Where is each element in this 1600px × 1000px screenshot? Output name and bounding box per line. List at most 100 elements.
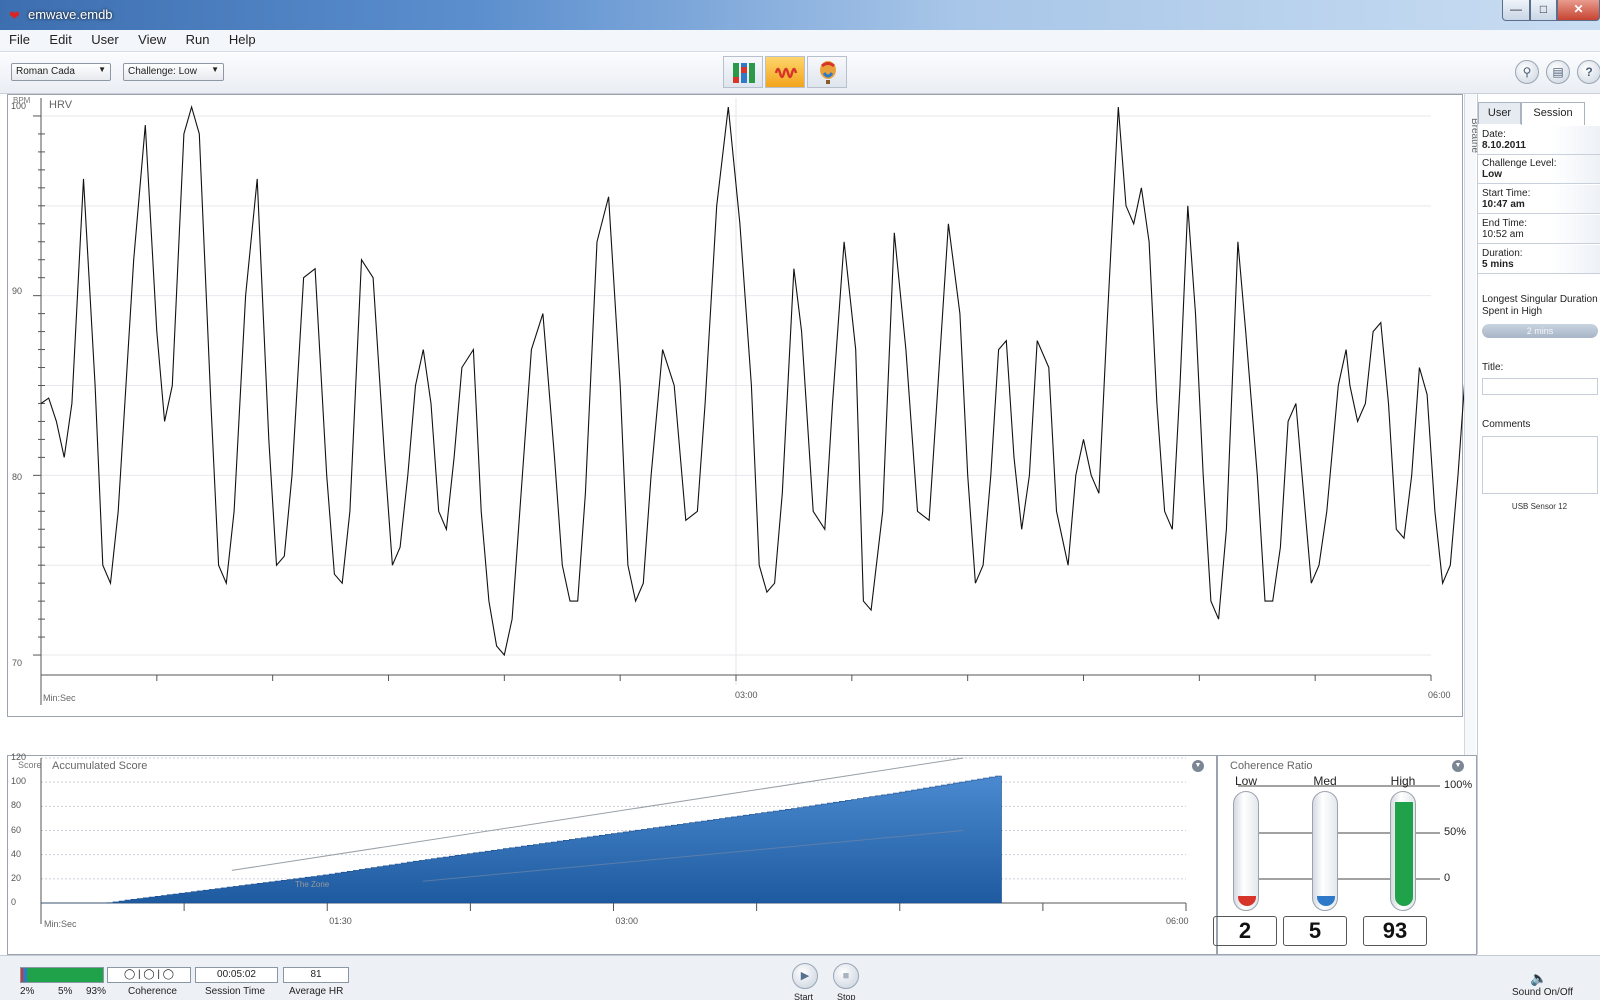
toolbar: Roman Cada ▼ Challenge: Low ▼ ⚲ ▤ ? bbox=[0, 52, 1600, 94]
coherence-ratio-title: Coherence Ratio bbox=[1230, 760, 1313, 772]
balloon-icon bbox=[820, 61, 836, 84]
book-icon: ▤ bbox=[1552, 65, 1564, 79]
challenge-value: Low bbox=[1482, 169, 1502, 180]
coherence-low-fill bbox=[1238, 896, 1256, 906]
coherence-meter bbox=[20, 967, 104, 983]
hrv-ytick-label: 90 bbox=[12, 286, 23, 296]
end-time-value: 10:52 am bbox=[1482, 229, 1524, 240]
score-ytick-label: 60 bbox=[11, 824, 22, 835]
user-select-value: Roman Cada bbox=[16, 66, 75, 77]
title-bar: ❤ emwave.emdb — □ ✕ bbox=[0, 0, 1600, 30]
average-hr-label: Average HR bbox=[289, 986, 344, 997]
hrv-chart bbox=[33, 98, 1464, 705]
status-pct-low: 2% bbox=[20, 986, 35, 997]
coherence-light-icon: ◯ bbox=[162, 969, 174, 980]
menu-edit[interactable]: Edit bbox=[43, 30, 77, 50]
coherence-high-fill bbox=[1395, 801, 1413, 906]
tab-user[interactable]: User bbox=[1478, 102, 1521, 124]
hrv-ytick-label: 70 bbox=[12, 658, 23, 668]
zone-label: The Zone bbox=[295, 880, 330, 889]
search-button[interactable]: ⚲ bbox=[1515, 60, 1539, 84]
app-window: ❤ emwave.emdb — □ ✕ File Edit User View … bbox=[0, 0, 1600, 1000]
hrv-mode-button[interactable] bbox=[765, 56, 805, 88]
coherence-low-tube bbox=[1233, 791, 1259, 911]
score-panel-collapse-button[interactable]: ▼ bbox=[1192, 760, 1204, 772]
accumulated-score-panel: Score Accumulated Score Min:Sec ▼ The Zo… bbox=[7, 752, 1217, 955]
score-ytick-label: 80 bbox=[11, 800, 22, 811]
challenge-select-value: Challenge: Low bbox=[128, 66, 197, 77]
heart-icon: ❤ bbox=[9, 8, 20, 23]
speaker-icon[interactable]: 🔈 bbox=[1530, 970, 1547, 987]
score-ytick-label: 20 bbox=[11, 872, 22, 883]
score-ytick-label: 0 bbox=[11, 897, 17, 907]
challenge-label: Challenge Level: bbox=[1482, 158, 1557, 169]
search-icon: ⚲ bbox=[1522, 65, 1532, 79]
minimize-button[interactable]: — bbox=[1502, 0, 1530, 21]
menu-bar: File Edit User View Run Help bbox=[0, 30, 1600, 52]
session-time-value: 00:05:02 bbox=[195, 967, 278, 983]
score-xtick-label: 06:00 bbox=[1166, 916, 1189, 926]
longest-high-label: Longest Singular Duration Spent in High bbox=[1482, 294, 1598, 317]
window-title: emwave.emdb bbox=[28, 7, 113, 22]
status-pct-med: 5% bbox=[58, 986, 73, 997]
hrv-series-line bbox=[40, 105, 1464, 657]
status-bar: 2% 5% 93% ◯ | ◯ | ◯ Coherence 00:05:02 S… bbox=[0, 955, 1600, 1000]
date-field: Date: 8.10.2011 bbox=[1478, 126, 1600, 155]
coherence-pct-label: 0 bbox=[1444, 872, 1451, 884]
tab-session[interactable]: Session bbox=[1521, 102, 1585, 125]
coherence-low-value: 2 bbox=[1213, 916, 1277, 946]
user-select[interactable]: Roman Cada ▼ bbox=[11, 63, 111, 81]
help-button[interactable]: ? bbox=[1577, 60, 1600, 84]
date-value: 8.10.2011 bbox=[1482, 140, 1526, 151]
hrv-chart-title: HRV bbox=[49, 99, 73, 111]
coherence-bars-mode-button[interactable] bbox=[723, 56, 763, 88]
menu-user[interactable]: User bbox=[85, 30, 124, 50]
title-input[interactable] bbox=[1482, 378, 1598, 395]
coherence-high-tube bbox=[1390, 791, 1416, 911]
score-xtick-label: 03:00 bbox=[615, 916, 639, 926]
end-time-field: End Time: 10:52 am bbox=[1478, 215, 1600, 244]
session-sidebar: User Session Date: 8.10.2011 Challenge L… bbox=[1477, 94, 1600, 954]
menu-run[interactable]: Run bbox=[180, 30, 216, 50]
start-time-label: Start Time: bbox=[1482, 188, 1531, 199]
sensor-status: USB Sensor 12 bbox=[1511, 502, 1568, 511]
start-button[interactable]: ▶ bbox=[792, 963, 818, 989]
hrv-chart-panel: BPM HRV Min:Sec 100 90 80 70 03:00 06:00 bbox=[7, 94, 1464, 717]
coherence-low-label: Low bbox=[1234, 774, 1257, 788]
score-ytick-label: 120 bbox=[11, 752, 27, 762]
coherence-panel-collapse-button[interactable]: ▼ bbox=[1452, 760, 1464, 772]
menu-file[interactable]: File bbox=[3, 30, 36, 50]
coherence-status-label: Coherence bbox=[128, 986, 177, 997]
menu-help[interactable]: Help bbox=[223, 30, 262, 50]
stop-icon: ■ bbox=[842, 970, 850, 982]
breathe-pacer[interactable] bbox=[1464, 94, 1476, 756]
score-ytick-label: 100 bbox=[11, 776, 27, 787]
coherence-med-label: Med bbox=[1313, 774, 1337, 788]
maximize-button[interactable]: □ bbox=[1530, 0, 1557, 21]
menu-view[interactable]: View bbox=[132, 30, 172, 50]
coherence-med-value: 5 bbox=[1283, 916, 1347, 946]
chevron-down-icon: ▼ bbox=[98, 65, 106, 74]
close-button[interactable]: ✕ bbox=[1557, 0, 1600, 21]
coherence-meter-segment bbox=[26, 968, 103, 982]
duration-label: Duration: bbox=[1482, 248, 1523, 259]
duration-value: 5 mins bbox=[1482, 259, 1514, 270]
score-xtick-label: 01:30 bbox=[329, 916, 352, 926]
stop-button[interactable]: ■ bbox=[833, 963, 859, 989]
bar-chart-icon bbox=[733, 63, 755, 83]
start-label: Start bbox=[794, 992, 814, 1000]
coherence-lights: ◯ | ◯ | ◯ bbox=[107, 967, 191, 983]
status-pct-high: 93% bbox=[86, 986, 107, 997]
hrv-wave-icon bbox=[774, 67, 798, 79]
stop-label: Stop bbox=[837, 992, 856, 1000]
balloon-mode-button[interactable] bbox=[807, 56, 847, 88]
hrv-xtick-label: 06:00 bbox=[1428, 690, 1451, 700]
sound-toggle-label[interactable]: Sound On/Off bbox=[1512, 987, 1573, 998]
score-chart-title: Accumulated Score bbox=[52, 760, 148, 772]
library-button[interactable]: ▤ bbox=[1546, 60, 1570, 84]
comments-input[interactable] bbox=[1482, 436, 1598, 494]
score-ytick-label: 40 bbox=[11, 848, 22, 859]
challenge-select[interactable]: Challenge: Low ▼ bbox=[123, 63, 224, 81]
coherence-high-label: High bbox=[1390, 774, 1416, 788]
play-icon: ▶ bbox=[800, 970, 810, 982]
